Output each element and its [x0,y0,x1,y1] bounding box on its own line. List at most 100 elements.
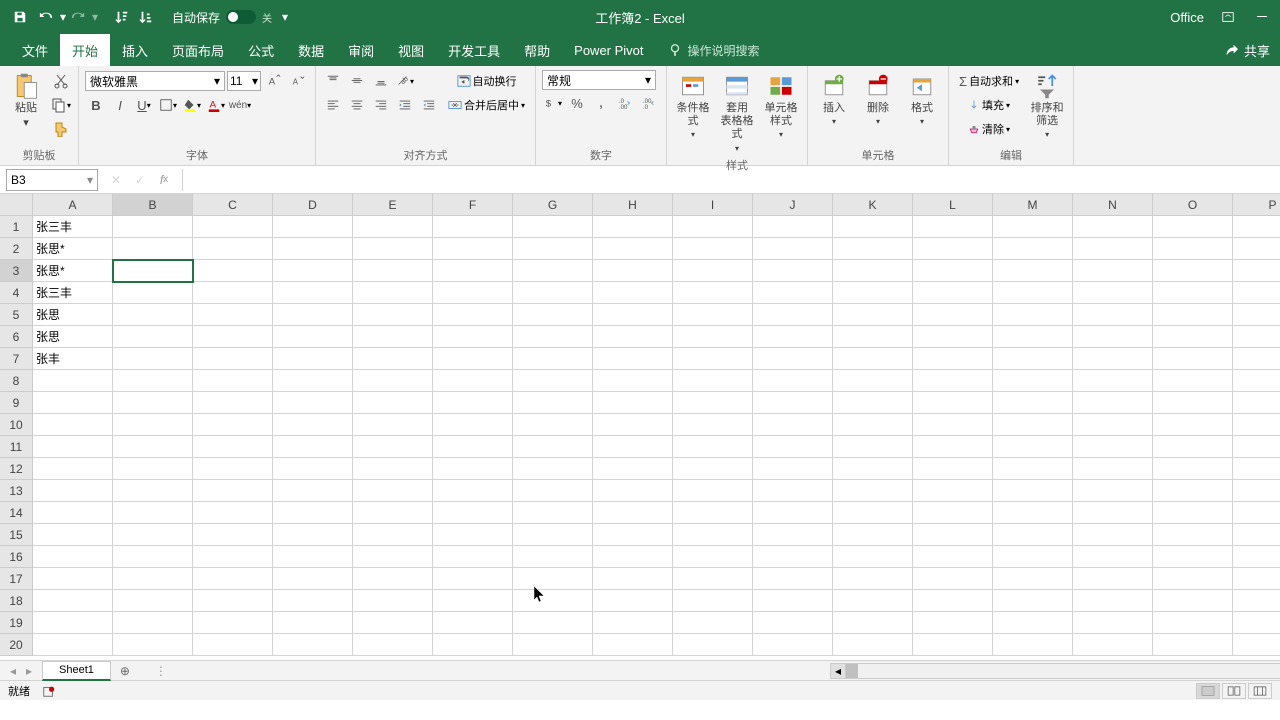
normal-view-button[interactable] [1196,683,1220,699]
cell-K8[interactable] [833,370,913,392]
cell-K11[interactable] [833,436,913,458]
cell-I20[interactable] [673,634,753,656]
cell-P5[interactable] [1233,304,1280,326]
cell-H6[interactable] [593,326,673,348]
minimize-button[interactable] [1252,7,1272,27]
cell-H5[interactable] [593,304,673,326]
increase-indent-button[interactable] [418,94,440,116]
cell-I5[interactable] [673,304,753,326]
cell-J20[interactable] [753,634,833,656]
cell-I8[interactable] [673,370,753,392]
cell-O11[interactable] [1153,436,1233,458]
cell-O2[interactable] [1153,238,1233,260]
row-header-9[interactable]: 9 [0,392,33,414]
cell-C7[interactable] [193,348,273,370]
sheet-scroll-right[interactable]: ▸ [22,664,36,678]
cell-F3[interactable] [433,260,513,282]
cell-O7[interactable] [1153,348,1233,370]
cell-F10[interactable] [433,414,513,436]
cell-E13[interactable] [353,480,433,502]
cell-C10[interactable] [193,414,273,436]
cell-A2[interactable]: 张思* [33,238,113,260]
row-header-5[interactable]: 5 [0,304,33,326]
sort-filter-button[interactable]: 排序和筛选▾ [1027,70,1067,145]
cell-L2[interactable] [913,238,993,260]
cell-J18[interactable] [753,590,833,612]
column-header-M[interactable]: M [993,194,1073,216]
cell-E8[interactable] [353,370,433,392]
cell-M14[interactable] [993,502,1073,524]
cell-J4[interactable] [753,282,833,304]
cell-G2[interactable] [513,238,593,260]
row-header-1[interactable]: 1 [0,216,33,238]
cell-F18[interactable] [433,590,513,612]
cell-N1[interactable] [1073,216,1153,238]
cell-P4[interactable] [1233,282,1280,304]
cell-A7[interactable]: 张丰 [33,348,113,370]
cell-G13[interactable] [513,480,593,502]
cell-M15[interactable] [993,524,1073,546]
cell-E16[interactable] [353,546,433,568]
cell-styles-button[interactable]: 单元格样式▾ [761,70,801,155]
cell-F8[interactable] [433,370,513,392]
cell-L19[interactable] [913,612,993,634]
cell-N12[interactable] [1073,458,1153,480]
bold-button[interactable]: B [85,94,107,116]
cell-P16[interactable] [1233,546,1280,568]
tab-home[interactable]: 开始 [60,34,110,66]
percent-button[interactable]: % [566,92,588,114]
cell-F12[interactable] [433,458,513,480]
cell-C2[interactable] [193,238,273,260]
cell-E6[interactable] [353,326,433,348]
cell-K12[interactable] [833,458,913,480]
cell-K6[interactable] [833,326,913,348]
column-header-F[interactable]: F [433,194,513,216]
tab-file[interactable]: 文件 [10,34,60,66]
cell-J19[interactable] [753,612,833,634]
cell-A12[interactable] [33,458,113,480]
cell-K17[interactable] [833,568,913,590]
column-header-K[interactable]: K [833,194,913,216]
cell-D10[interactable] [273,414,353,436]
cell-N15[interactable] [1073,524,1153,546]
cell-C5[interactable] [193,304,273,326]
cell-F5[interactable] [433,304,513,326]
fill-button[interactable]: 填充▾ [955,94,1023,116]
cell-A16[interactable] [33,546,113,568]
macro-record-icon[interactable] [42,684,56,698]
copy-button[interactable]: ▾ [50,94,72,116]
redo-button[interactable] [68,7,88,27]
cell-E4[interactable] [353,282,433,304]
cell-I14[interactable] [673,502,753,524]
cell-K19[interactable] [833,612,913,634]
cell-F1[interactable] [433,216,513,238]
redo-dropdown[interactable]: ▾ [92,9,100,25]
cell-M13[interactable] [993,480,1073,502]
cell-N14[interactable] [1073,502,1153,524]
cell-N9[interactable] [1073,392,1153,414]
cell-K18[interactable] [833,590,913,612]
cell-A19[interactable] [33,612,113,634]
cell-O15[interactable] [1153,524,1233,546]
undo-button[interactable] [36,7,56,27]
cell-G15[interactable] [513,524,593,546]
cell-H17[interactable] [593,568,673,590]
cell-G20[interactable] [513,634,593,656]
cell-C19[interactable] [193,612,273,634]
font-color-button[interactable]: A▾ [205,94,227,116]
cell-G8[interactable] [513,370,593,392]
autosum-button[interactable]: Σ自动求和▾ [955,70,1023,92]
cell-B14[interactable] [113,502,193,524]
cell-G16[interactable] [513,546,593,568]
cell-L9[interactable] [913,392,993,414]
cell-G6[interactable] [513,326,593,348]
cell-M17[interactable] [993,568,1073,590]
undo-dropdown[interactable]: ▾ [60,9,68,25]
cell-N7[interactable] [1073,348,1153,370]
cell-O6[interactable] [1153,326,1233,348]
row-header-14[interactable]: 14 [0,502,33,524]
cell-M1[interactable] [993,216,1073,238]
cell-K5[interactable] [833,304,913,326]
cell-G7[interactable] [513,348,593,370]
cell-N19[interactable] [1073,612,1153,634]
